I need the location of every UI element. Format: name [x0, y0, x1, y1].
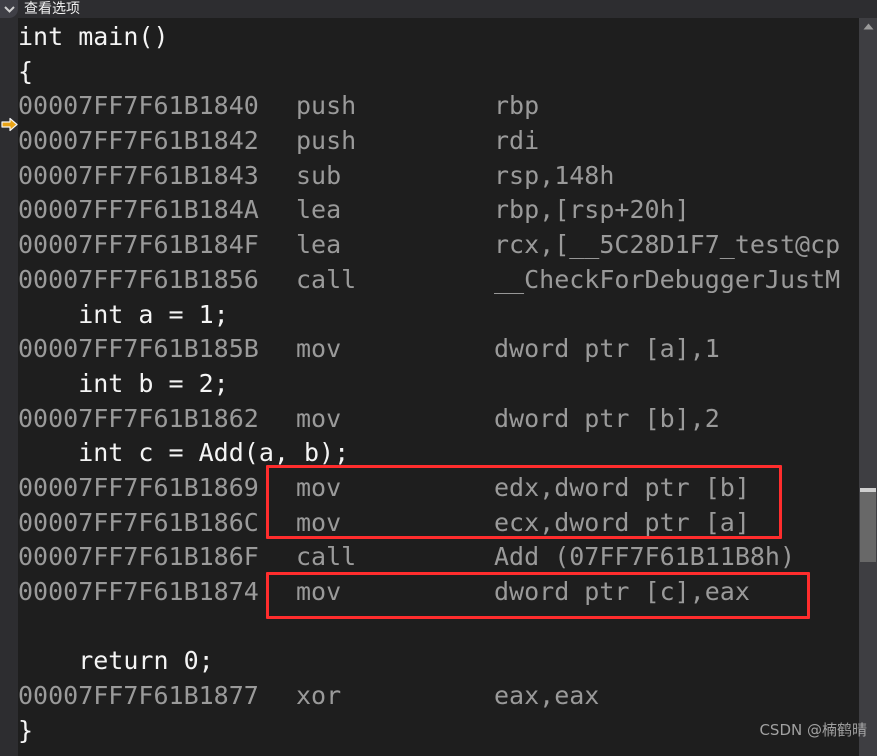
scrollbar-thumb[interactable]: [860, 492, 876, 562]
source-text: int main(): [18, 22, 169, 51]
code-listing[interactable]: int main(){00007FF7F61B1840 push rbp 00007F…: [18, 18, 877, 748]
instruction-mnemonic: sub: [296, 160, 342, 190]
source-text: int b = 2;: [18, 368, 229, 398]
disassembly-window: 查看选项 int main(){00007FF7F61B1840 push rbp 0…: [0, 0, 877, 756]
view-options-bar: 查看选项: [0, 0, 877, 18]
instruction-operands: rcx,[__5C28D1F7_test@cp: [494, 230, 841, 260]
instruction-mnemonic: mov: [296, 577, 342, 606]
disassembly-line[interactable]: 00007FF7F61B186C mov ecx,dword ptr [a]: [18, 506, 877, 541]
disassembly-line[interactable]: 00007FF7F61B186F call Add (07FF7F61B11B8h): [18, 540, 877, 575]
source-text: {: [18, 56, 34, 86]
instruction-address: 00007FF7F61B1856: [18, 264, 259, 294]
instruction-address: 00007FF7F61B1874: [18, 577, 259, 606]
instruction-mnemonic: lea: [296, 230, 342, 260]
vertical-scrollbar[interactable]: [859, 18, 877, 756]
instruction-mnemonic: mov: [296, 472, 342, 502]
instruction-address: 00007FF7F61B1840: [18, 91, 259, 121]
instruction-address: 00007FF7F61B1862: [18, 403, 259, 433]
instruction-mnemonic: call: [296, 542, 357, 572]
source-line[interactable]: return 0;: [18, 644, 877, 679]
instruction-operands: eax,eax: [494, 681, 600, 711]
disassembly-line[interactable]: 00007FF7F61B1840 push rbp: [18, 89, 877, 124]
instruction-address: 00007FF7F61B185B: [18, 334, 259, 364]
instruction-operands: __CheckForDebuggerJustM: [494, 264, 841, 294]
source-line[interactable]: int main(): [18, 20, 877, 55]
instruction-operands: Add (07FF7F61B11B8h): [494, 542, 796, 572]
disassembly-line[interactable]: 00007FF7F61B1842 push rdi: [18, 124, 877, 159]
instruction-operands: edx,dword ptr [b]: [494, 472, 750, 502]
blank-line[interactable]: [18, 610, 877, 645]
instruction-operands: rdi: [494, 126, 540, 156]
source-text: int a = 1;: [18, 299, 229, 329]
disassembly-line[interactable]: 00007FF7F61B1869 mov edx,dword ptr [b]: [18, 471, 877, 506]
instruction-operands: dword ptr [b],2: [494, 403, 720, 433]
disassembly-line[interactable]: 00007FF7F61B1877 xor eax,eax: [18, 679, 877, 714]
disassembly-line[interactable]: 00007FF7F61B185B mov dword ptr [a],1: [18, 332, 877, 367]
instruction-address: 00007FF7F61B1877: [18, 681, 259, 711]
triangle-up-icon[interactable]: [859, 18, 877, 35]
instruction-operands: rsp,148h: [494, 160, 615, 190]
disassembly-line[interactable]: 00007FF7F61B1843 sub rsp,148h: [18, 159, 877, 194]
instruction-address: 00007FF7F61B1843: [18, 160, 259, 190]
instruction-address: 00007FF7F61B1842: [18, 126, 259, 156]
disassembly-line[interactable]: 00007FF7F61B1862 mov dword ptr [b],2: [18, 402, 877, 437]
disassembly-line[interactable]: 00007FF7F61B184F lea rcx,[__5C28D1F7_test@…: [18, 228, 877, 263]
instruction-address: 00007FF7F61B186F: [18, 542, 259, 572]
instruction-mnemonic: call: [296, 264, 357, 294]
instruction-operands: rbp: [494, 91, 540, 121]
instruction-address: 00007FF7F61B1869: [18, 472, 259, 502]
instruction-address: 00007FF7F61B184F: [18, 230, 259, 260]
instruction-operands: dword ptr [c],eax: [494, 577, 750, 606]
instruction-address: 00007FF7F61B186C: [18, 507, 259, 537]
instruction-mnemonic: mov: [296, 507, 342, 537]
disassembly-line[interactable]: 00007FF7F61B1856 call __CheckForDebuggerJu…: [18, 263, 877, 298]
instruction-operands: rbp,[rsp+20h]: [494, 195, 690, 225]
disassembly-pane[interactable]: int main(){00007FF7F61B1840 push rbp 00007F…: [0, 18, 877, 756]
instruction-mnemonic: push: [296, 91, 357, 121]
instruction-operands: dword ptr [a],1: [494, 334, 720, 364]
instruction-mnemonic: mov: [296, 334, 342, 364]
source-text: return 0;: [18, 646, 214, 676]
instruction-mnemonic: xor: [296, 681, 342, 711]
source-text: int c = Add(a, b);: [18, 438, 350, 468]
source-line[interactable]: int c = Add(a, b);: [18, 436, 877, 471]
chevron-down-icon[interactable]: [0, 0, 18, 18]
instruction-operands: ecx,dword ptr [a]: [494, 507, 750, 537]
source-line[interactable]: int a = 1;: [18, 298, 877, 333]
source-text: }: [18, 715, 34, 745]
instruction-mnemonic: lea: [296, 195, 342, 225]
source-line[interactable]: int b = 2;: [18, 367, 877, 402]
instruction-mnemonic: push: [296, 126, 357, 156]
instruction-mnemonic: mov: [296, 403, 342, 433]
disassembly-line[interactable]: 00007FF7F61B184A lea rbp,[rsp+20h]: [18, 193, 877, 228]
source-line[interactable]: }: [18, 714, 877, 749]
source-line[interactable]: {: [18, 55, 877, 90]
instruction-pointer-arrow-icon: [1, 115, 18, 135]
view-options-label[interactable]: 查看选项: [24, 0, 80, 18]
disassembly-line[interactable]: 00007FF7F61B1874 mov dword ptr [c],eax: [18, 575, 877, 610]
instruction-address: 00007FF7F61B184A: [18, 195, 259, 225]
